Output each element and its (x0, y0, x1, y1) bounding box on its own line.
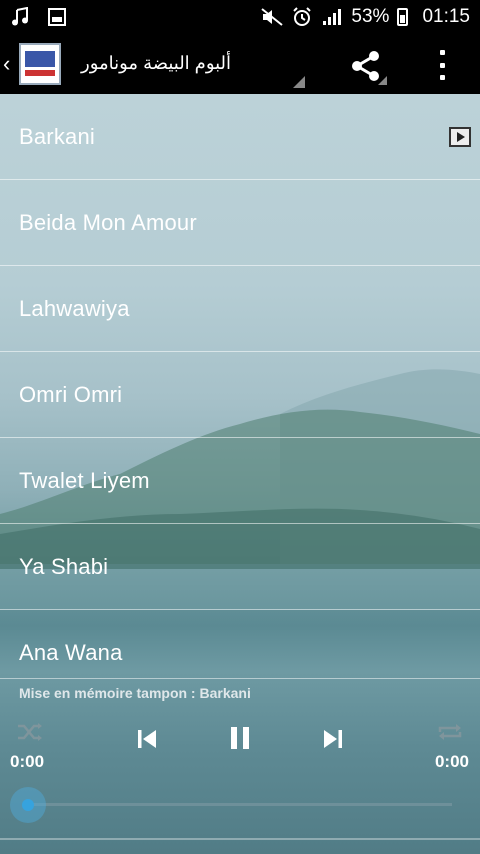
song-item[interactable]: Lahwawiya (0, 266, 480, 352)
play-icon[interactable] (449, 127, 471, 147)
clock: 01:15 (422, 5, 470, 27)
song-title: Omri Omri (19, 381, 123, 407)
share-spinner-icon (378, 76, 387, 85)
song-title: Ana Wana (19, 640, 123, 665)
song-item[interactable]: Omri Omri (0, 352, 480, 438)
song-title: Barkani (19, 123, 95, 149)
pause-icon[interactable] (229, 726, 251, 750)
song-title: Lahwawiya (19, 295, 130, 321)
title-spinner-icon (293, 76, 305, 88)
app-bar: ‹ ألبوم البيضة مونامور (0, 33, 480, 94)
app-title[interactable]: ألبوم البيضة مونامور (81, 53, 231, 74)
buffer-status-text: Mise en mémoire tampon : Barkani (19, 685, 251, 701)
seek-bar-track[interactable] (28, 803, 452, 806)
repeat-icon[interactable] (436, 721, 464, 743)
song-item[interactable]: Ana Wana (0, 610, 480, 696)
battery-icon (397, 7, 409, 26)
current-time: 0:00 (10, 752, 45, 771)
signal-icon (321, 6, 343, 28)
song-title: Twalet Liyem (19, 467, 150, 493)
song-item[interactable]: Ya Shabi (0, 524, 480, 610)
song-item[interactable]: Beida Mon Amour (0, 180, 480, 266)
bottom-divider (0, 838, 480, 840)
song-list-panel: Barkani Beida Mon Amour Lahwawiya Omri O… (0, 94, 480, 854)
song-item[interactable]: Twalet Liyem (0, 438, 480, 524)
song-title: Ya Shabi (19, 553, 109, 579)
app-logo[interactable] (19, 42, 61, 85)
song-title: Beida Mon Amour (19, 209, 197, 235)
battery-percent: 53% (351, 5, 390, 27)
image-icon (46, 6, 68, 28)
overflow-menu-icon[interactable] (438, 50, 446, 80)
alarm-icon (291, 6, 313, 28)
next-icon[interactable] (322, 728, 344, 750)
status-bar: 53% 01:15 (0, 0, 480, 33)
song-list: Barkani Beida Mon Amour Lahwawiya Omri O… (0, 94, 480, 696)
music-note-icon (10, 6, 32, 28)
seek-bar-thumb[interactable] (10, 787, 46, 823)
back-chevron-icon[interactable]: ‹ (3, 51, 17, 77)
song-item[interactable]: Barkani (0, 94, 480, 180)
previous-icon[interactable] (136, 728, 158, 750)
shuffle-icon[interactable] (16, 721, 44, 743)
total-time: 0:00 (434, 752, 469, 771)
mute-icon (261, 6, 284, 28)
player-divider (0, 678, 480, 679)
